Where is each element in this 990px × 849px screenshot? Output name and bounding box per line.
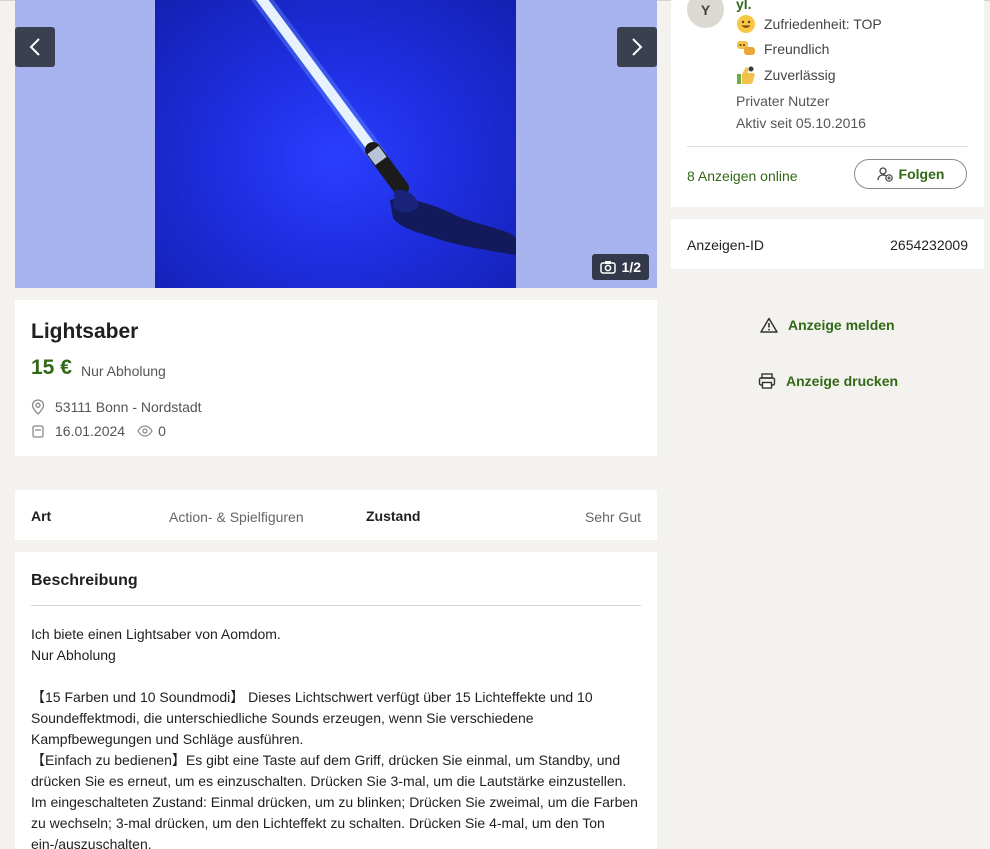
seller-active-since: Aktiv seit 05.10.2016 bbox=[736, 115, 866, 131]
badge-reliable: Zuverlässig bbox=[736, 65, 836, 85]
ad-id-card: Anzeigen-ID 2654232009 bbox=[671, 219, 984, 269]
description-paragraph: 【15 Farben und 10 Soundmodi】 Dieses Lich… bbox=[31, 689, 593, 747]
price-note: Nur Abholung bbox=[81, 363, 166, 379]
ad-summary-card: Lightsaber 15 € Nur Abholung 53111 Bonn … bbox=[15, 300, 657, 456]
chevron-left-icon bbox=[29, 38, 40, 56]
eye-icon bbox=[137, 425, 153, 437]
user-add-icon bbox=[876, 167, 893, 182]
zustand-value: Sehr Gut bbox=[584, 509, 641, 525]
badge-label: Zufriedenheit: TOP bbox=[764, 16, 882, 32]
previous-image-button[interactable] bbox=[15, 27, 55, 67]
follow-button[interactable]: Folgen bbox=[854, 159, 967, 189]
report-ad-label: Anzeige melden bbox=[788, 317, 895, 333]
description-paragraph: Nur Abholung bbox=[31, 647, 116, 663]
description-card: Beschreibung Ich biete einen Lightsaber … bbox=[15, 552, 657, 849]
description-paragraph: Ich biete einen Lightsaber von Aomdom. bbox=[31, 626, 281, 642]
smiley-icon bbox=[736, 14, 756, 34]
art-label: Art bbox=[31, 508, 52, 524]
badge-label: Freundlich bbox=[764, 41, 830, 57]
thumbs-up-icon bbox=[736, 65, 756, 85]
image-counter-text: 1/2 bbox=[621, 259, 641, 275]
follow-button-label: Folgen bbox=[898, 166, 945, 182]
image-counter: 1/2 bbox=[591, 254, 649, 280]
ad-details-card: Art Action- & Spielfiguren Zustand Sehr … bbox=[15, 490, 657, 540]
ad-views: 0 bbox=[158, 423, 166, 439]
print-ad-link[interactable]: Anzeige drucken bbox=[758, 373, 898, 389]
ad-photo[interactable] bbox=[155, 0, 516, 288]
ad-id-label: Anzeigen-ID bbox=[687, 237, 765, 253]
date-views-row: 16.01.2024 0 bbox=[31, 423, 166, 439]
printer-icon bbox=[758, 373, 776, 389]
description-paragraph: 【Einfach zu bedienen】Es gibt eine Taste … bbox=[31, 752, 638, 849]
ad-id-value: 2654232009 bbox=[890, 237, 968, 253]
calendar-icon bbox=[32, 425, 44, 438]
ad-date: 16.01.2024 bbox=[55, 423, 126, 439]
ad-location: 53111 Bonn - Nordstadt bbox=[55, 399, 202, 415]
seller-card: Y yl. Zufriedenheit: TOP Freundlich Zuve… bbox=[671, 0, 984, 207]
description-body: Ich biete einen Lightsaber von Aomdom. N… bbox=[31, 624, 643, 849]
badge-label: Zuverlässig bbox=[764, 67, 836, 83]
chevron-right-icon bbox=[632, 38, 643, 56]
image-gallery[interactable]: 1/2 bbox=[15, 0, 657, 288]
ad-title: Lightsaber bbox=[31, 320, 139, 343]
seller-ads-online-link[interactable]: 8 Anzeigen online bbox=[687, 168, 798, 184]
next-image-button[interactable] bbox=[617, 27, 657, 67]
description-heading: Beschreibung bbox=[31, 572, 138, 589]
description-paragraph bbox=[31, 666, 643, 687]
camera-icon bbox=[599, 261, 616, 274]
report-ad-link[interactable]: Anzeige melden bbox=[760, 317, 895, 333]
ad-price: 15 € bbox=[31, 356, 72, 379]
art-value: Action- & Spielfiguren bbox=[169, 509, 304, 525]
badge-friendly: Freundlich bbox=[736, 39, 829, 59]
zustand-label: Zustand bbox=[366, 508, 421, 524]
lightsaber-photo-illustration bbox=[251, 0, 516, 255]
avatar[interactable]: Y bbox=[687, 0, 724, 28]
warning-icon bbox=[760, 317, 778, 333]
print-ad-label: Anzeige drucken bbox=[786, 373, 899, 389]
location-row: 53111 Bonn - Nordstadt bbox=[31, 399, 202, 415]
badge-satisfaction: Zufriedenheit: TOP bbox=[736, 14, 882, 34]
location-pin-icon bbox=[31, 399, 45, 415]
chat-bubbles-icon bbox=[736, 39, 756, 59]
seller-type: Privater Nutzer bbox=[736, 93, 830, 109]
seller-divider bbox=[687, 146, 968, 147]
seller-name[interactable]: yl. bbox=[736, 0, 752, 12]
description-divider bbox=[31, 605, 641, 606]
